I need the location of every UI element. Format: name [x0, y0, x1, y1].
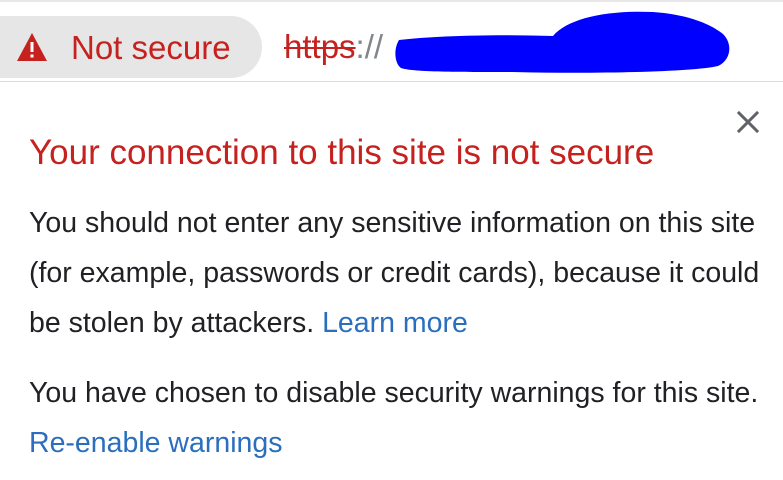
re-enable-warnings-link[interactable]: Re-enable warnings: [29, 427, 282, 459]
url-separator: ://: [355, 28, 384, 65]
security-info-bubble-screen: Not secure https:// Your connection to t…: [0, 0, 783, 480]
security-status-chip[interactable]: Not secure: [0, 16, 262, 78]
popup-title: Your connection to this site is not secu…: [29, 133, 655, 172]
not-secure-label: Not secure: [71, 28, 231, 66]
toolbar-divider: [0, 0, 783, 2]
url-text[interactable]: https://: [284, 27, 383, 67]
warning-triangle-icon: [16, 32, 48, 62]
disabled-warnings-notice: You have chosen to disable security warn…: [29, 368, 769, 468]
disabled-warnings-text: You have chosen to disable security warn…: [29, 377, 759, 409]
close-icon: [736, 110, 760, 139]
address-bar: Not secure https://: [0, 0, 783, 82]
url-scheme: https: [284, 28, 356, 65]
sensitive-info-warning: You should not enter any sensitive infor…: [29, 198, 769, 348]
redaction-mark: [395, 11, 730, 73]
learn-more-link[interactable]: Learn more: [322, 307, 468, 339]
close-button[interactable]: [730, 106, 766, 142]
